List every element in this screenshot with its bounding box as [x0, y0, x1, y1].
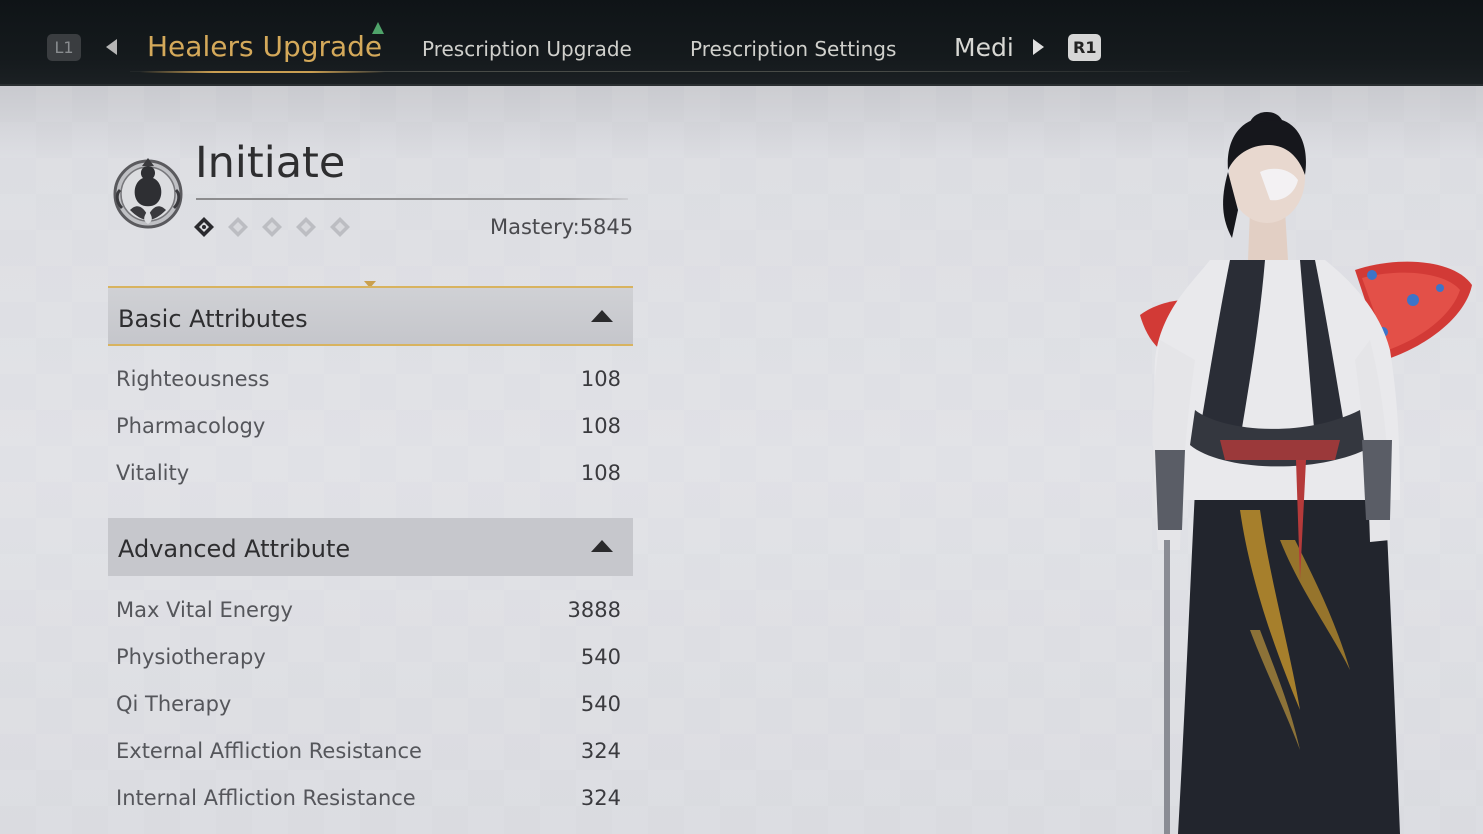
tab-prescription-upgrade[interactable]: Prescription Upgrade [422, 37, 632, 61]
star-empty-icon [261, 216, 283, 238]
stat-row: Internal Affliction Resistance 324 [116, 786, 621, 816]
stat-name: Qi Therapy [116, 692, 232, 716]
stat-name: Pharmacology [116, 414, 266, 438]
star-empty-icon [329, 216, 351, 238]
tab-healers-upgrade[interactable]: Healers Upgrade [147, 30, 382, 63]
stat-row: External Affliction Resistance 324 [116, 739, 621, 769]
stat-row: Vitality 108 [116, 461, 621, 491]
stat-row: Physiotherapy 540 [116, 645, 621, 675]
section-title: Basic Attributes [118, 305, 308, 333]
tab-medi[interactable]: Medi [954, 33, 1014, 62]
gourd-emblem-icon [108, 150, 188, 232]
stat-name: Internal Affliction Resistance [116, 786, 416, 810]
advanced-attribute-header[interactable]: Advanced Attribute [108, 518, 633, 576]
star-filled-icon [193, 216, 215, 238]
character-model [1100, 110, 1483, 834]
arrow-right-icon[interactable] [1033, 39, 1044, 55]
stat-name: Vitality [116, 461, 190, 485]
rank-stars [193, 216, 351, 238]
stat-value: 108 [580, 367, 621, 391]
arrow-left-icon[interactable] [106, 39, 117, 55]
stat-row: Qi Therapy 540 [116, 692, 621, 722]
stat-value: 324 [580, 786, 621, 810]
stat-value: 3888 [567, 598, 621, 622]
r1-button[interactable]: R1 [1068, 34, 1101, 61]
stat-row: Righteousness 108 [116, 367, 621, 397]
stat-value: 324 [580, 739, 621, 763]
collapse-caret-icon[interactable] [591, 540, 613, 552]
star-empty-icon [295, 216, 317, 238]
stat-value: 540 [580, 692, 621, 716]
stat-row: Pharmacology 108 [116, 414, 621, 444]
stat-value: 540 [580, 645, 621, 669]
rank-title: Initiate [195, 138, 346, 188]
stat-name: Righteousness [116, 367, 270, 391]
collapse-caret-icon[interactable] [591, 310, 613, 322]
tab-prescription-settings[interactable]: Prescription Settings [690, 37, 896, 61]
l1-button[interactable]: L1 [47, 34, 81, 61]
rank-divider [196, 198, 628, 200]
star-empty-icon [227, 216, 249, 238]
mastery-value: Mastery:5845 [490, 215, 634, 239]
stat-value: 108 [580, 461, 621, 485]
stat-name: Max Vital Energy [116, 598, 293, 622]
basic-attributes-header[interactable]: Basic Attributes [108, 286, 633, 346]
new-indicator-icon [372, 22, 384, 34]
stat-row: Max Vital Energy 3888 [116, 598, 621, 628]
section-title: Advanced Attribute [118, 535, 351, 563]
top-tab-bar: L1 Healers Upgrade Prescription Upgrade … [0, 0, 1483, 86]
active-tab-underline [140, 71, 385, 73]
stat-name: Physiotherapy [116, 645, 266, 669]
stat-value: 108 [580, 414, 621, 438]
stat-name: External Affliction Resistance [116, 739, 422, 763]
